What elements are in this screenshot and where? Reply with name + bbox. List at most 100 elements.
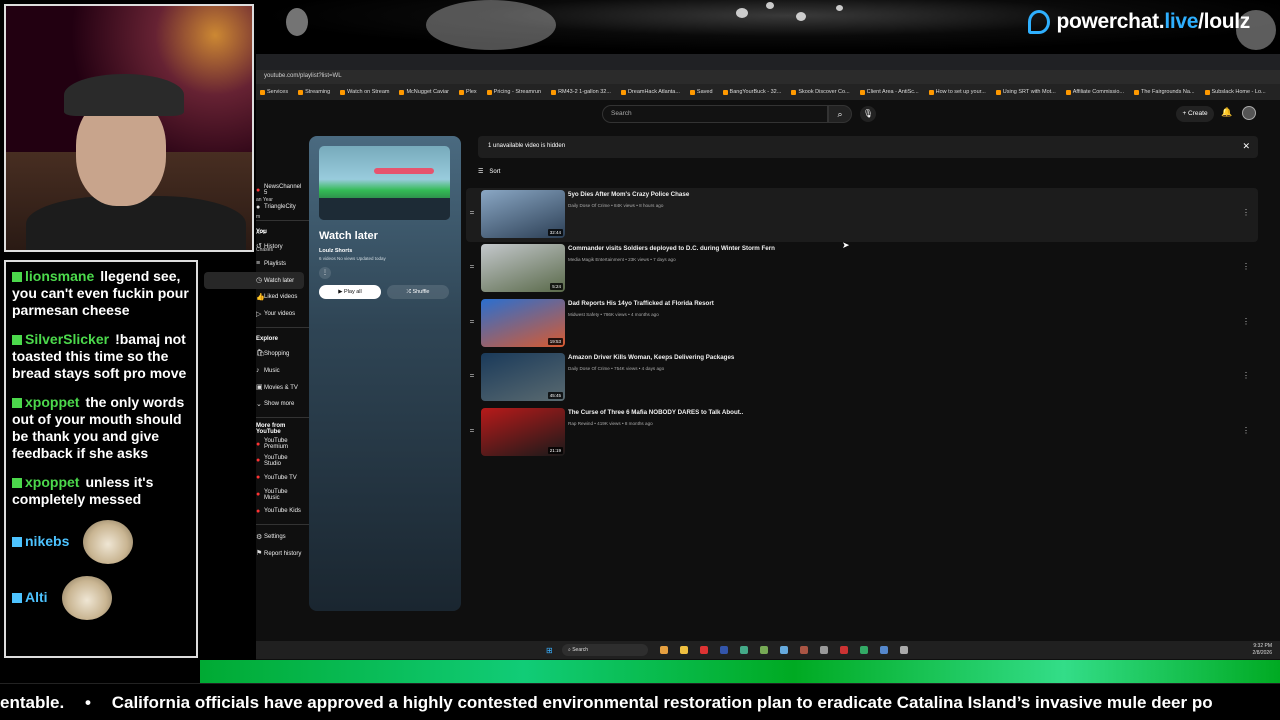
sidebar-item[interactable]: ● YouTube Kids bbox=[204, 503, 304, 520]
more-options-icon[interactable]: ⋮ bbox=[1242, 426, 1250, 435]
playlist-video-row[interactable]: = 5:24 Commander visits Soldiers deployed … bbox=[466, 242, 1258, 296]
sidebar-item[interactable]: 👍 Liked videos bbox=[204, 289, 304, 306]
app-icon[interactable] bbox=[760, 646, 768, 654]
playlist-video-row[interactable]: = 32:44 5yo Dies After Mom's Crazy Police … bbox=[466, 188, 1258, 243]
video-thumbnail[interactable]: 21:19 bbox=[481, 407, 565, 456]
chat-username[interactable]: lionsmane bbox=[25, 268, 94, 284]
video-thumbnail[interactable]: 19:53 bbox=[481, 298, 565, 347]
chat-username[interactable]: SilverSlicker bbox=[25, 331, 109, 347]
sidebar-item[interactable]: ▷ Your videos bbox=[204, 306, 304, 323]
drag-handle-icon[interactable]: = bbox=[466, 406, 478, 460]
tab-bar[interactable] bbox=[256, 54, 1280, 70]
sidebar-item[interactable]: ● TriangleCity bbox=[204, 199, 304, 216]
app-icon[interactable] bbox=[820, 646, 828, 654]
video-thumbnail[interactable]: 5:24 bbox=[481, 244, 565, 293]
sidebar-item[interactable]: ⌄ Show more bbox=[204, 396, 304, 413]
video-title[interactable]: Commander visits Soldiers deployed to D.… bbox=[568, 245, 775, 252]
play-all-button[interactable]: ▶ Play all bbox=[319, 285, 381, 299]
drag-handle-icon[interactable]: = bbox=[466, 188, 478, 242]
bookmark-item[interactable]: Saved bbox=[689, 89, 713, 95]
playlist-video-row[interactable]: = 21:19 The Curse of Three 6 Mafia NOBODY … bbox=[466, 406, 1258, 460]
sidebar-item[interactable]: ↺ History bbox=[204, 239, 304, 256]
playlist-video-row[interactable]: = 19:53 Dad Reports His 14yo Trafficked at… bbox=[466, 297, 1258, 351]
bookmark-item[interactable]: Plex bbox=[458, 89, 477, 95]
bookmark-item[interactable]: BangYourBuck - 32... bbox=[722, 89, 781, 95]
app-icon[interactable] bbox=[800, 646, 808, 654]
address-bar[interactable]: youtube.com/playlist?list=WL bbox=[256, 70, 1280, 84]
microphone-icon[interactable]: 🎙 bbox=[860, 106, 876, 122]
drag-handle-icon[interactable]: = bbox=[466, 297, 478, 351]
taskbar-search[interactable]: ⌕ Search bbox=[562, 644, 648, 656]
sidebar-item[interactable]: ≡ Playlists bbox=[204, 255, 304, 272]
app-icon[interactable] bbox=[860, 646, 868, 654]
playlist-owner[interactable]: Loulz Shorts bbox=[319, 248, 451, 254]
video-thumbnail[interactable]: 32:44 bbox=[481, 190, 565, 238]
account-avatar[interactable] bbox=[1242, 106, 1256, 120]
bookmark-item[interactable]: Affiliate Commissio... bbox=[1065, 89, 1124, 95]
video-title[interactable]: Dad Reports His 14yo Trafficked at Flori… bbox=[568, 300, 714, 307]
bookmark-item[interactable]: Subslack Home - Lo... bbox=[1204, 89, 1266, 95]
bookmark-item[interactable]: How to set up your... bbox=[928, 89, 986, 95]
chat-username[interactable]: Alti bbox=[25, 589, 48, 605]
sidebar-section-heading[interactable]: More from YouTube bbox=[204, 422, 304, 436]
close-icon[interactable]: ✕ bbox=[1242, 141, 1250, 152]
more-options-icon[interactable]: ⋮ bbox=[1242, 262, 1250, 271]
bookmark-item[interactable]: Services bbox=[260, 89, 288, 95]
more-options-icon[interactable]: ⋮ bbox=[319, 267, 331, 279]
playlist-thumbnail[interactable] bbox=[319, 146, 450, 220]
app-icon[interactable] bbox=[840, 646, 848, 654]
search-icon[interactable]: ⌕ bbox=[828, 105, 852, 123]
shuffle-button[interactable]: ⤮ Shuffle bbox=[387, 285, 449, 299]
search-input[interactable]: Search bbox=[602, 105, 828, 123]
sidebar-item[interactable]: ● YouTube TV bbox=[204, 469, 304, 486]
bookmark-item[interactable]: The Fairgrounds Na... bbox=[1134, 89, 1195, 95]
app-icon[interactable] bbox=[780, 646, 788, 654]
browser-icon[interactable] bbox=[700, 646, 708, 654]
sidebar-item[interactable]: ♪ Music bbox=[204, 362, 304, 379]
folder-icon[interactable] bbox=[680, 646, 688, 654]
more-options-icon[interactable]: ⋮ bbox=[1242, 317, 1250, 326]
sidebar-item[interactable]: ▣ Movies & TV bbox=[204, 379, 304, 396]
bookmark-item[interactable]: Watch on Stream bbox=[340, 89, 389, 95]
bookmark-item[interactable]: RM43-2 1-gallon 32... bbox=[551, 89, 611, 95]
bookmark-item[interactable]: Using SRT with Mot... bbox=[995, 89, 1056, 95]
app-icon[interactable] bbox=[740, 646, 748, 654]
notifications-bell-icon[interactable]: 🔔 bbox=[1221, 107, 1232, 118]
app-icon[interactable] bbox=[880, 646, 888, 654]
sidebar-item[interactable]: ● NewsChannel 5 bbox=[204, 182, 304, 199]
app-icon[interactable] bbox=[660, 646, 668, 654]
more-options-icon[interactable]: ⋮ bbox=[1242, 208, 1250, 217]
chat-username[interactable]: nikebs bbox=[25, 533, 69, 549]
sidebar-section-heading[interactable]: Explore bbox=[204, 332, 304, 346]
video-title[interactable]: Amazon Driver Kills Woman, Keeps Deliver… bbox=[568, 354, 734, 361]
windows-start-icon[interactable]: ⊞ bbox=[546, 646, 555, 655]
app-icon[interactable] bbox=[900, 646, 908, 654]
sidebar-item[interactable]: ● YouTube Music bbox=[204, 486, 304, 503]
video-title[interactable]: 5yo Dies After Mom's Crazy Police Chase bbox=[568, 191, 689, 198]
bookmark-item[interactable]: Pricing - Streamrun bbox=[486, 89, 541, 95]
sidebar-section-heading[interactable]: You bbox=[204, 225, 304, 239]
sidebar-item[interactable]: 🛍 Shopping bbox=[204, 346, 304, 363]
playlist-video-row[interactable]: = 45:45 Amazon Driver Kills Woman, Keeps D… bbox=[466, 351, 1258, 405]
drag-handle-icon[interactable]: = bbox=[466, 351, 478, 405]
more-options-icon[interactable]: ⋮ bbox=[1242, 371, 1250, 380]
video-title[interactable]: The Curse of Three 6 Mafia NOBODY DARES … bbox=[568, 409, 743, 416]
chat-username[interactable]: xpoppet bbox=[25, 474, 79, 490]
sidebar-item[interactable]: ● YouTube Premium bbox=[204, 436, 304, 453]
bookmark-item[interactable]: Skook Discover Co... bbox=[791, 89, 850, 95]
drag-handle-icon[interactable]: = bbox=[466, 242, 478, 296]
sidebar-item[interactable]: ⚙ Settings bbox=[204, 529, 304, 546]
chat-username[interactable]: xpoppet bbox=[25, 394, 79, 410]
system-clock[interactable]: 9:32 PM 2/8/2026 bbox=[1253, 643, 1272, 657]
sidebar-item[interactable]: ● YouTube Studio bbox=[204, 453, 304, 470]
bookmark-item[interactable]: Streaming bbox=[298, 89, 330, 95]
bookmark-item[interactable]: DreamHack Atlanta... bbox=[620, 89, 680, 95]
bookmark-item[interactable]: Client Area - AntiSc... bbox=[859, 89, 919, 95]
bookmark-item[interactable]: McNugget Caviar bbox=[399, 89, 449, 95]
sidebar-item[interactable]: ◷ Watch later bbox=[204, 272, 304, 289]
sort-button[interactable]: ☰ Sort bbox=[478, 168, 500, 176]
video-thumbnail[interactable]: 45:45 bbox=[481, 353, 565, 402]
create-button[interactable]: + Create bbox=[1176, 106, 1214, 122]
app-icon[interactable] bbox=[720, 646, 728, 654]
sidebar-item[interactable]: ⚑ Report history bbox=[204, 546, 304, 563]
